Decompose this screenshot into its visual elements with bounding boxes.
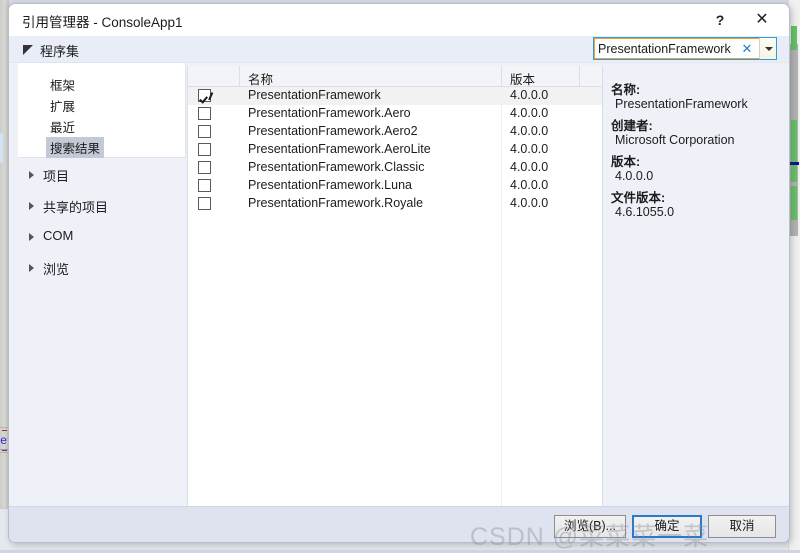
triangle-right-icon <box>29 264 34 272</box>
background-change-marker <box>791 186 797 220</box>
row-version: 4.0.0.0 <box>510 160 549 174</box>
column-header-version[interactable]: 版本 <box>510 69 535 88</box>
background-change-marker <box>791 26 797 50</box>
triangle-right-icon <box>29 202 34 210</box>
row-checkbox[interactable] <box>198 143 211 156</box>
sidebar-item-com[interactable]: COM <box>18 224 186 254</box>
detail-value-file-version: 4.6.1055.0 <box>615 205 675 219</box>
row-version: 4.0.0.0 <box>510 124 549 138</box>
sidebar-item-framework[interactable]: 框架 <box>46 74 79 95</box>
table-row[interactable]: PresentationFramework 4.0.0.0 <box>188 87 602 105</box>
background-gutter-dash <box>2 450 7 451</box>
row-checkbox[interactable] <box>198 179 211 192</box>
triangle-right-icon <box>29 171 34 179</box>
row-version: 4.0.0.0 <box>510 196 549 210</box>
table-row[interactable]: PresentationFramework.AeroLite 4.0.0.0 <box>188 141 602 159</box>
detail-value-version: 4.0.0.0 <box>615 169 654 183</box>
cancel-button[interactable]: 取消 <box>708 515 776 538</box>
sidebar-item-browse[interactable]: 浏览 <box>18 255 186 285</box>
table-row[interactable]: PresentationFramework.Classic 4.0.0.0 <box>188 159 602 177</box>
row-name: PresentationFramework.Luna <box>248 178 412 192</box>
background-selection-accent <box>0 133 3 163</box>
row-name: PresentationFramework.Classic <box>248 160 425 174</box>
triangle-down-icon <box>23 45 33 55</box>
sidebar-item-shared-projects[interactable]: 共享的项目 <box>18 193 186 223</box>
row-checkbox[interactable] <box>198 89 211 102</box>
detail-value-name: PresentationFramework <box>615 97 748 111</box>
row-version: 4.0.0.0 <box>510 88 549 102</box>
triangle-right-icon <box>29 233 34 241</box>
assemblies-group-label: 程序集 <box>40 44 80 59</box>
header-divider <box>501 66 502 87</box>
assemblies-subtree-panel: 框架 扩展 最近 搜索结果 <box>18 62 186 158</box>
row-checkbox[interactable] <box>198 125 211 138</box>
sidebar-item-label: 共享的项目 <box>43 200 109 215</box>
help-icon[interactable]: ? <box>705 7 735 33</box>
header-divider <box>239 66 240 87</box>
row-name: PresentationFramework.Aero <box>248 106 411 120</box>
row-checkbox[interactable] <box>198 107 211 120</box>
sidebar-item-label: 项目 <box>43 169 70 184</box>
detail-value-creator: Microsoft Corporation <box>615 133 735 147</box>
search-box[interactable]: ✕ <box>593 37 777 60</box>
row-checkbox[interactable] <box>198 161 211 174</box>
assembly-list: 名称 版本 PresentationFramework 4.0.0.0 Pres… <box>187 66 603 507</box>
row-name: PresentationFramework <box>248 88 381 102</box>
row-version: 4.0.0.0 <box>510 142 549 156</box>
page-title: 引用管理器 - ConsoleApp1 <box>22 15 183 30</box>
search-dropdown-button[interactable] <box>759 38 776 59</box>
search-input[interactable] <box>598 40 734 57</box>
sidebar-item-label: 浏览 <box>43 262 70 277</box>
chevron-down-icon <box>765 47 773 51</box>
detail-label-creator: 创建者: <box>611 119 653 133</box>
row-name: PresentationFramework.Royale <box>248 196 424 210</box>
column-header-name[interactable]: 名称 <box>248 69 273 88</box>
ok-button[interactable]: 确定 <box>632 515 702 538</box>
sidebar-item-label: COM <box>43 228 74 243</box>
detail-label-name: 名称: <box>611 83 641 97</box>
row-checkbox[interactable] <box>198 197 211 210</box>
detail-panel: 名称: PresentationFramework 创建者: Microsoft… <box>604 66 779 507</box>
sidebar-item-extensions[interactable]: 扩展 <box>46 95 79 116</box>
sidebar-item-projects[interactable]: 项目 <box>18 162 186 192</box>
table-row[interactable]: PresentationFramework.Luna 4.0.0.0 <box>188 177 602 195</box>
reference-manager-dialog: 引用管理器 - ConsoleApp1 ? ✕ 程序集 ✕ 框架 扩展 最近 搜… <box>8 3 790 543</box>
close-icon[interactable]: ✕ <box>747 7 777 33</box>
clear-search-icon[interactable]: ✕ <box>740 40 754 57</box>
row-version: 4.0.0.0 <box>510 106 549 120</box>
background-gutter-dash <box>2 430 7 431</box>
detail-label-file-version: 文件版本: <box>611 191 666 205</box>
sidebar-item-search-results[interactable]: 搜索结果 <box>46 137 105 158</box>
list-header: 名称 版本 <box>188 66 602 87</box>
list-rows: PresentationFramework 4.0.0.0 Presentati… <box>188 87 602 213</box>
sidebar-item-recent[interactable]: 最近 <box>46 116 79 137</box>
dialog-footer: 浏览(B)... 确定 取消 <box>9 506 789 542</box>
detail-label-version: 版本: <box>611 155 641 169</box>
header-divider <box>579 66 580 87</box>
row-version: 4.0.0.0 <box>510 178 549 192</box>
table-row[interactable]: PresentationFramework.Aero2 4.0.0.0 <box>188 123 602 141</box>
title-bar: 引用管理器 - ConsoleApp1 ? ✕ <box>9 4 789 36</box>
table-row[interactable]: PresentationFramework.Aero 4.0.0.0 <box>188 105 602 123</box>
row-name: PresentationFramework.Aero2 <box>248 124 418 138</box>
row-name: PresentationFramework.AeroLite <box>248 142 431 156</box>
table-row[interactable]: PresentationFramework.Royale 4.0.0.0 <box>188 195 602 213</box>
browse-button[interactable]: 浏览(B)... <box>554 515 626 538</box>
background-change-marker <box>791 120 797 182</box>
